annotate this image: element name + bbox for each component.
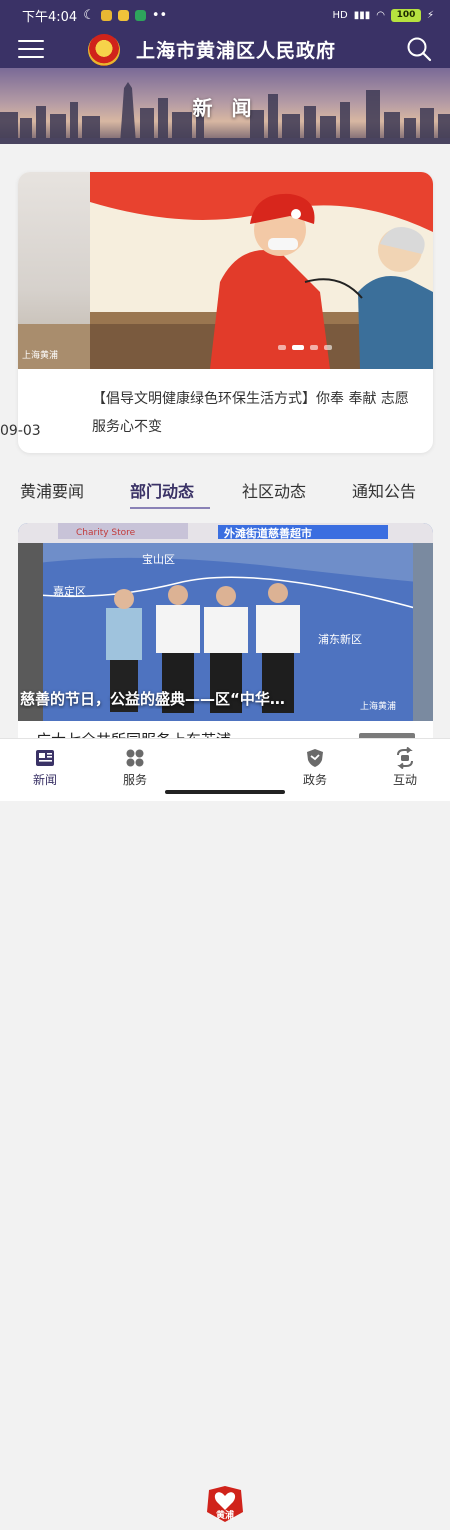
featured-caption[interactable]: 【倡导文明健康绿色环保生活方式】你奉 奉献 志愿服务心不变 bbox=[92, 385, 422, 441]
notification-icon bbox=[134, 9, 146, 21]
nav-service[interactable]: 服务 bbox=[105, 739, 165, 788]
service-grid-icon bbox=[126, 749, 144, 767]
featured-date: 09-03 bbox=[0, 423, 41, 439]
wifi-icon: ◠ bbox=[376, 9, 385, 21]
nav-government[interactable]: 政务 bbox=[285, 739, 345, 788]
carousel-dot[interactable] bbox=[310, 345, 318, 350]
carousel-prev-slide[interactable] bbox=[18, 172, 90, 369]
nav-news[interactable]: 新闻 bbox=[15, 739, 75, 788]
carousel-dot-active[interactable] bbox=[292, 345, 304, 350]
tab-huangpu-news[interactable]: 黄浦要闻 bbox=[20, 478, 84, 502]
app-header: 上海市黄浦区人民政府 bbox=[0, 30, 450, 68]
carousel-dot[interactable] bbox=[278, 345, 286, 350]
nav-interaction[interactable]: 互动 bbox=[375, 739, 435, 788]
active-tab-underline bbox=[130, 507, 210, 509]
app-title: 上海市黄浦区人民政府 bbox=[136, 40, 337, 62]
tab-notices[interactable]: 通知公告 bbox=[352, 478, 416, 502]
charity-store-sign: Charity Store bbox=[76, 528, 136, 538]
network-label: HD bbox=[332, 9, 348, 21]
news-image-watermark: 上海黄浦 bbox=[360, 702, 397, 712]
nav-news-label: 新闻 bbox=[32, 773, 57, 787]
moon-icon: ☾ bbox=[83, 7, 95, 23]
volunteer-illustration bbox=[90, 172, 433, 369]
huangpu-logo-icon: 黄浦 bbox=[207, 1486, 243, 1522]
featured-carousel[interactable]: 上海黄浦 bbox=[18, 172, 433, 369]
category-tabs: 黄浦要闻 部门动态 社区动态 通知公告 bbox=[0, 470, 450, 510]
signal-icon: ▮▮▮ bbox=[353, 9, 371, 21]
home-indicator[interactable] bbox=[165, 790, 285, 794]
charging-icon: ⚡ bbox=[426, 9, 434, 21]
nav-interaction-label: 互动 bbox=[392, 773, 417, 787]
status-bar: 下午4:04 ☾ •• HD ▮▮▮ ◠ 100 ⚡ bbox=[0, 0, 450, 30]
center-logo-button[interactable]: 黄浦 bbox=[199, 1482, 251, 1526]
tab-community-news[interactable]: 社区动态 bbox=[242, 478, 306, 502]
notification-icon bbox=[117, 9, 129, 21]
battery-indicator: 100 bbox=[390, 8, 421, 22]
menu-icon[interactable] bbox=[18, 40, 44, 58]
status-time: 下午4:04 bbox=[22, 9, 78, 25]
carousel-indicator bbox=[278, 345, 332, 350]
national-emblem-icon bbox=[88, 34, 120, 66]
nav-service-label: 服务 bbox=[122, 773, 147, 787]
map-label-pudong: 浦东新区 bbox=[318, 632, 362, 646]
charity-supermarket-sign: 外滩街道慈善超市 bbox=[223, 526, 312, 540]
interaction-icon bbox=[397, 747, 413, 769]
section-title: 新 闻 bbox=[192, 96, 258, 120]
more-dots: •• bbox=[151, 7, 168, 23]
nav-government-label: 政务 bbox=[302, 773, 327, 787]
map-label-jiading: 嘉定区 bbox=[53, 584, 86, 598]
notification-icon bbox=[100, 9, 112, 21]
image-watermark: 上海黄浦 bbox=[22, 351, 59, 361]
news-card-title[interactable]: 慈善的节日，公益的盛典——区“中华… bbox=[20, 688, 410, 709]
gov-shield-icon bbox=[307, 749, 323, 767]
map-label-baoshan: 宝山区 bbox=[142, 552, 175, 566]
section-banner: 新 闻 bbox=[0, 68, 450, 144]
carousel-dot[interactable] bbox=[324, 345, 332, 350]
news-icon bbox=[36, 750, 54, 766]
tab-department-news[interactable]: 部门动态 bbox=[130, 478, 194, 502]
search-icon[interactable] bbox=[406, 36, 432, 62]
center-logo-text: 黄浦 bbox=[216, 1509, 234, 1521]
